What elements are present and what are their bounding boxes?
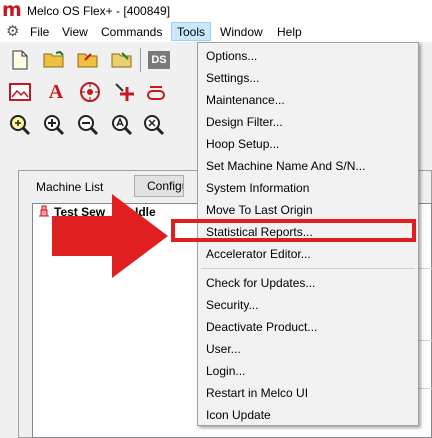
menu-separator [201,268,415,269]
trace-icon[interactable] [112,80,136,104]
grid-line [419,388,432,389]
menu-help[interactable]: Help [277,25,302,39]
menu-item-options[interactable]: Options... [206,46,257,66]
window-title: Melco OS Flex+ - [400849] [27,4,171,18]
menu-item-hoop-setup[interactable]: Hoop Setup... [206,134,279,154]
menu-item-restart-melco-ui[interactable]: Restart in Melco UI [206,383,308,403]
menu-item-accelerator-editor[interactable]: Accelerator Editor... [206,244,311,264]
hoop-icon[interactable] [144,80,168,104]
menu-item-user[interactable]: User... [206,339,241,359]
menu-item-deactivate-product[interactable]: Deactivate Product... [206,317,317,337]
menu-item-check-updates[interactable]: Check for Updates... [206,273,315,293]
ds-button[interactable]: DS [148,51,170,69]
open-folder-icon[interactable] [42,48,66,72]
zoom-fit-icon[interactable] [8,113,32,137]
zoom-actual-icon[interactable] [110,113,134,137]
text-tool-icon[interactable]: A [44,80,68,104]
melco-logo-icon: m [2,0,22,21]
open-design-icon[interactable] [76,48,100,72]
menu-window[interactable]: Window [220,25,263,39]
menu-item-settings[interactable]: Settings... [206,68,259,88]
gear-icon[interactable]: ⚙ [6,23,19,41]
machine-icon [37,204,51,221]
zoom-box-icon[interactable] [142,113,166,137]
menu-item-move-to-last-origin[interactable]: Move To Last Origin [206,200,313,220]
grid-line [419,340,432,341]
menu-file[interactable]: File [30,25,49,39]
menu-item-security[interactable]: Security... [206,295,258,315]
menu-item-login[interactable]: Login... [206,361,245,381]
toolbar-separator [140,48,141,72]
new-file-icon[interactable] [8,48,32,72]
menu-tools[interactable]: Tools [171,22,212,41]
menu-item-system-information[interactable]: System Information [206,178,309,198]
menu-item-icon-update[interactable]: Icon Update [206,405,271,425]
title-bar: m Melco OS Flex+ - [400849] [0,0,432,22]
save-icon[interactable] [110,48,134,72]
menu-view[interactable]: View [62,25,88,39]
image-icon[interactable] [8,80,32,104]
zoom-in-icon[interactable] [42,113,66,137]
menu-item-design-filter[interactable]: Design Filter... [206,112,283,132]
annotation-highlight-box [171,219,416,242]
annotation-arrow [52,194,168,278]
menu-bar: ⚙ File View Commands Tools Window Help [0,22,432,42]
grid-line [419,268,432,269]
menu-item-maintenance[interactable]: Maintenance... [206,90,285,110]
menu-item-set-machine-name[interactable]: Set Machine Name And S/N... [206,156,365,176]
target-icon[interactable] [78,80,102,104]
menu-commands[interactable]: Commands [101,25,162,39]
zoom-out-icon[interactable] [76,113,100,137]
